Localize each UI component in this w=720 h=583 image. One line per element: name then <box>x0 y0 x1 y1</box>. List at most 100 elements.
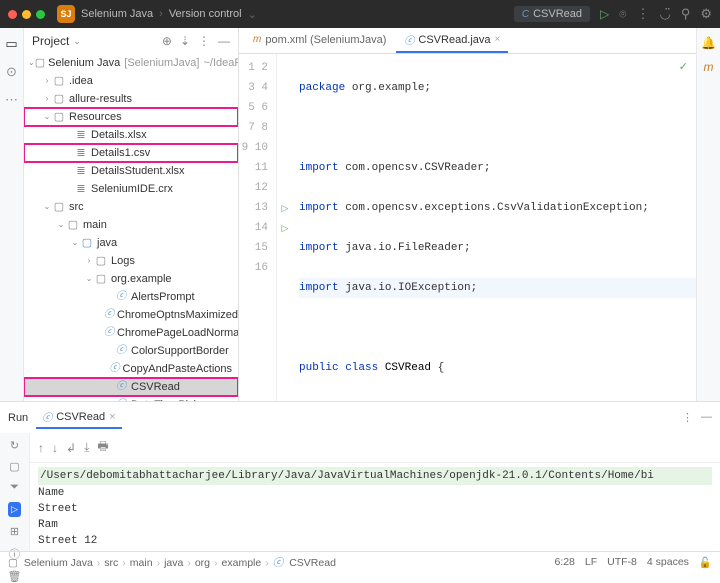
commit-tool-icon[interactable]: ⊙ <box>6 64 17 80</box>
tree-item[interactable]: ⌄▢src <box>24 198 238 216</box>
close-window-icon[interactable] <box>8 10 17 19</box>
settings-icon[interactable]: ⚙ <box>700 6 712 22</box>
filter-icon[interactable]: ⏷ <box>10 481 19 494</box>
tree-module-hint: [SeleniumJava] <box>124 54 199 72</box>
more-actions-icon[interactable]: ⋮ <box>636 6 649 22</box>
module-icon[interactable]: ▢ <box>8 557 18 569</box>
select-opened-file-icon[interactable]: ⊕ <box>162 34 172 48</box>
project-badge[interactable]: SJ <box>57 5 75 23</box>
tree-class[interactable]: ⓒAlertsPrompt <box>24 288 238 306</box>
tree-package[interactable]: ⌄▢org.example <box>24 270 238 288</box>
panel-options-icon[interactable]: ⋮ <box>198 34 210 48</box>
window-controls[interactable] <box>8 10 45 19</box>
class-icon: ⓒ <box>273 555 284 570</box>
tree-item[interactable]: ›▢.idea <box>24 72 238 90</box>
hide-panel-icon[interactable]: — <box>218 34 230 48</box>
indent-info[interactable]: 4 spaces <box>647 556 689 569</box>
resume-icon[interactable]: ▷ <box>8 502 21 517</box>
tree-class[interactable]: ⓒColorSupportBorder <box>24 342 238 360</box>
run-tab[interactable]: ⓒ CSVRead × <box>36 406 121 429</box>
up-icon[interactable]: ↑ <box>38 441 44 455</box>
run-gutter: ▷ ▷ <box>277 54 293 401</box>
collapse-all-icon[interactable]: ⇣ <box>180 34 190 48</box>
minimize-window-icon[interactable] <box>22 10 31 19</box>
down-icon[interactable]: ↓ <box>52 441 58 455</box>
tree-class-csvread[interactable]: ⓒCSVRead <box>24 378 238 396</box>
hide-run-panel-icon[interactable]: — <box>701 411 712 424</box>
readonly-toggle-icon[interactable]: 🔓 <box>699 556 712 569</box>
close-run-tab-icon[interactable]: × <box>109 411 115 423</box>
console-output[interactable]: /Users/debomitabhattacharjee/Library/Jav… <box>30 463 720 551</box>
breadcrumb[interactable]: src <box>104 557 118 569</box>
titlebar: SJ Selenium Java › Version control ⌄ C C… <box>0 0 720 28</box>
maximize-window-icon[interactable] <box>36 10 45 19</box>
soft-wrap-icon[interactable]: ↲ <box>66 441 76 455</box>
search-icon[interactable]: ⚲ <box>681 6 691 22</box>
breadcrumb[interactable]: main <box>130 557 153 569</box>
inspections-ok-icon[interactable]: ✓ <box>679 60 688 73</box>
debug-button[interactable]: ⌾ <box>619 7 626 22</box>
project-tree[interactable]: ⌄▢ Selenium Java [SeleniumJava] ~/IdeaPr… <box>24 54 238 401</box>
tree-file[interactable]: ≣SeleniumIDE.crx <box>24 180 238 198</box>
tree-path-hint: ~/IdeaProjects/S <box>203 54 238 72</box>
run-button[interactable]: ▷ <box>600 7 609 21</box>
file-encoding[interactable]: UTF-8 <box>607 556 637 569</box>
run-line-icon[interactable]: ▷ <box>277 198 293 218</box>
close-tab-icon[interactable]: × <box>495 34 501 45</box>
tree-item-resources[interactable]: ⌄▢Resources <box>24 108 238 126</box>
breadcrumb[interactable]: CSVRead <box>289 557 336 569</box>
tree-item[interactable]: ›▢allure-results <box>24 90 238 108</box>
code-editor[interactable]: ✓ 1 2 3 4 5 6 7 8 9 10 11 12 13 14 15 16… <box>239 54 696 401</box>
code-content[interactable]: package org.example; import com.opencsv.… <box>293 54 696 401</box>
breadcrumb[interactable]: java <box>164 557 183 569</box>
notifications-icon[interactable]: 🔔 <box>701 36 716 50</box>
structure-tool-icon[interactable]: ⋯ <box>5 92 18 108</box>
class-icon: ⓒ <box>404 32 414 47</box>
class-icon: ⓒ <box>42 409 52 424</box>
tree-root[interactable]: ⌄▢ Selenium Java [SeleniumJava] ~/IdeaPr… <box>24 54 238 72</box>
run-line-icon[interactable]: ▷ <box>277 218 293 238</box>
maven-tool-icon[interactable]: m <box>704 60 714 74</box>
layout-icon[interactable]: ⊞ <box>10 525 19 538</box>
tree-item[interactable]: ⌄▢java <box>24 234 238 252</box>
run-config-selector[interactable]: C CSVRead <box>514 6 590 22</box>
run-options-icon[interactable]: ⋮ <box>682 411 693 424</box>
chevron-down-icon[interactable]: ⌄ <box>73 36 81 47</box>
tree-file-details1-csv[interactable]: ≣Details1.csv <box>24 144 238 162</box>
breadcrumb[interactable]: Selenium Java <box>24 557 93 569</box>
scroll-end-icon[interactable]: ⤓ <box>84 440 89 455</box>
tree-label: Selenium Java <box>48 54 120 72</box>
tree-class[interactable]: ⓒCopyAndPasteActions <box>24 360 238 378</box>
tree-file[interactable]: ≣Details.xlsx <box>24 126 238 144</box>
tab-pom[interactable]: m pom.xml (SeleniumJava) <box>245 30 394 52</box>
print-icon[interactable]: 🖶 <box>97 437 108 458</box>
tree-item[interactable]: ⌄▢main <box>24 216 238 234</box>
tab-label: pom.xml (SeleniumJava) <box>265 34 386 46</box>
panel-title[interactable]: Project <box>32 34 69 48</box>
tab-label: CSVRead.java <box>418 34 490 46</box>
caret-position[interactable]: 6:28 <box>554 556 574 569</box>
line-separator[interactable]: LF <box>585 556 597 569</box>
vcs-menu[interactable]: Version control <box>169 8 242 20</box>
editor-area: m pom.xml (SeleniumJava) ⓒ CSVRead.java … <box>239 28 696 401</box>
status-bar: ▢ Selenium Java› src› main› java› org› e… <box>0 551 720 573</box>
project-name[interactable]: Selenium Java <box>81 8 153 20</box>
tree-item[interactable]: ›▢Logs <box>24 252 238 270</box>
tree-class[interactable]: ⓒChromeOptnsMaximized <box>24 306 238 324</box>
rerun-icon[interactable]: ↻ <box>10 439 19 452</box>
line-gutter[interactable]: 1 2 3 4 5 6 7 8 9 10 11 12 13 14 15 16 <box>239 54 277 401</box>
console-toolbar: ↑ ↓ ↲ ⤓ 🖶 <box>30 433 720 463</box>
breadcrumb[interactable]: org <box>195 557 210 569</box>
stop-icon[interactable]: ▢ <box>9 460 19 473</box>
breadcrumb[interactable]: example <box>222 557 262 569</box>
left-tool-gutter: ▭ ⊙ ⋯ <box>0 28 24 401</box>
account-icon[interactable]: ◡̈ <box>659 6 670 22</box>
tab-csvread[interactable]: ⓒ CSVRead.java × <box>396 28 508 53</box>
chevron-down-icon: ⌄ <box>248 8 257 21</box>
project-tool-icon[interactable]: ▭ <box>5 36 17 52</box>
editor-tabs: m pom.xml (SeleniumJava) ⓒ CSVRead.java … <box>239 28 696 54</box>
run-tool-window: Run ⓒ CSVRead × ⋮ — ↻ ▢ ⏷ ▷ ⊞ ⓘ 🗑 ↑ ↓ ↲ … <box>0 401 720 551</box>
tree-file[interactable]: ≣DetailsStudent.xlsx <box>24 162 238 180</box>
console-command: /Users/debomitabhattacharjee/Library/Jav… <box>38 467 712 485</box>
tree-class[interactable]: ⓒChromePageLoadNormal <box>24 324 238 342</box>
